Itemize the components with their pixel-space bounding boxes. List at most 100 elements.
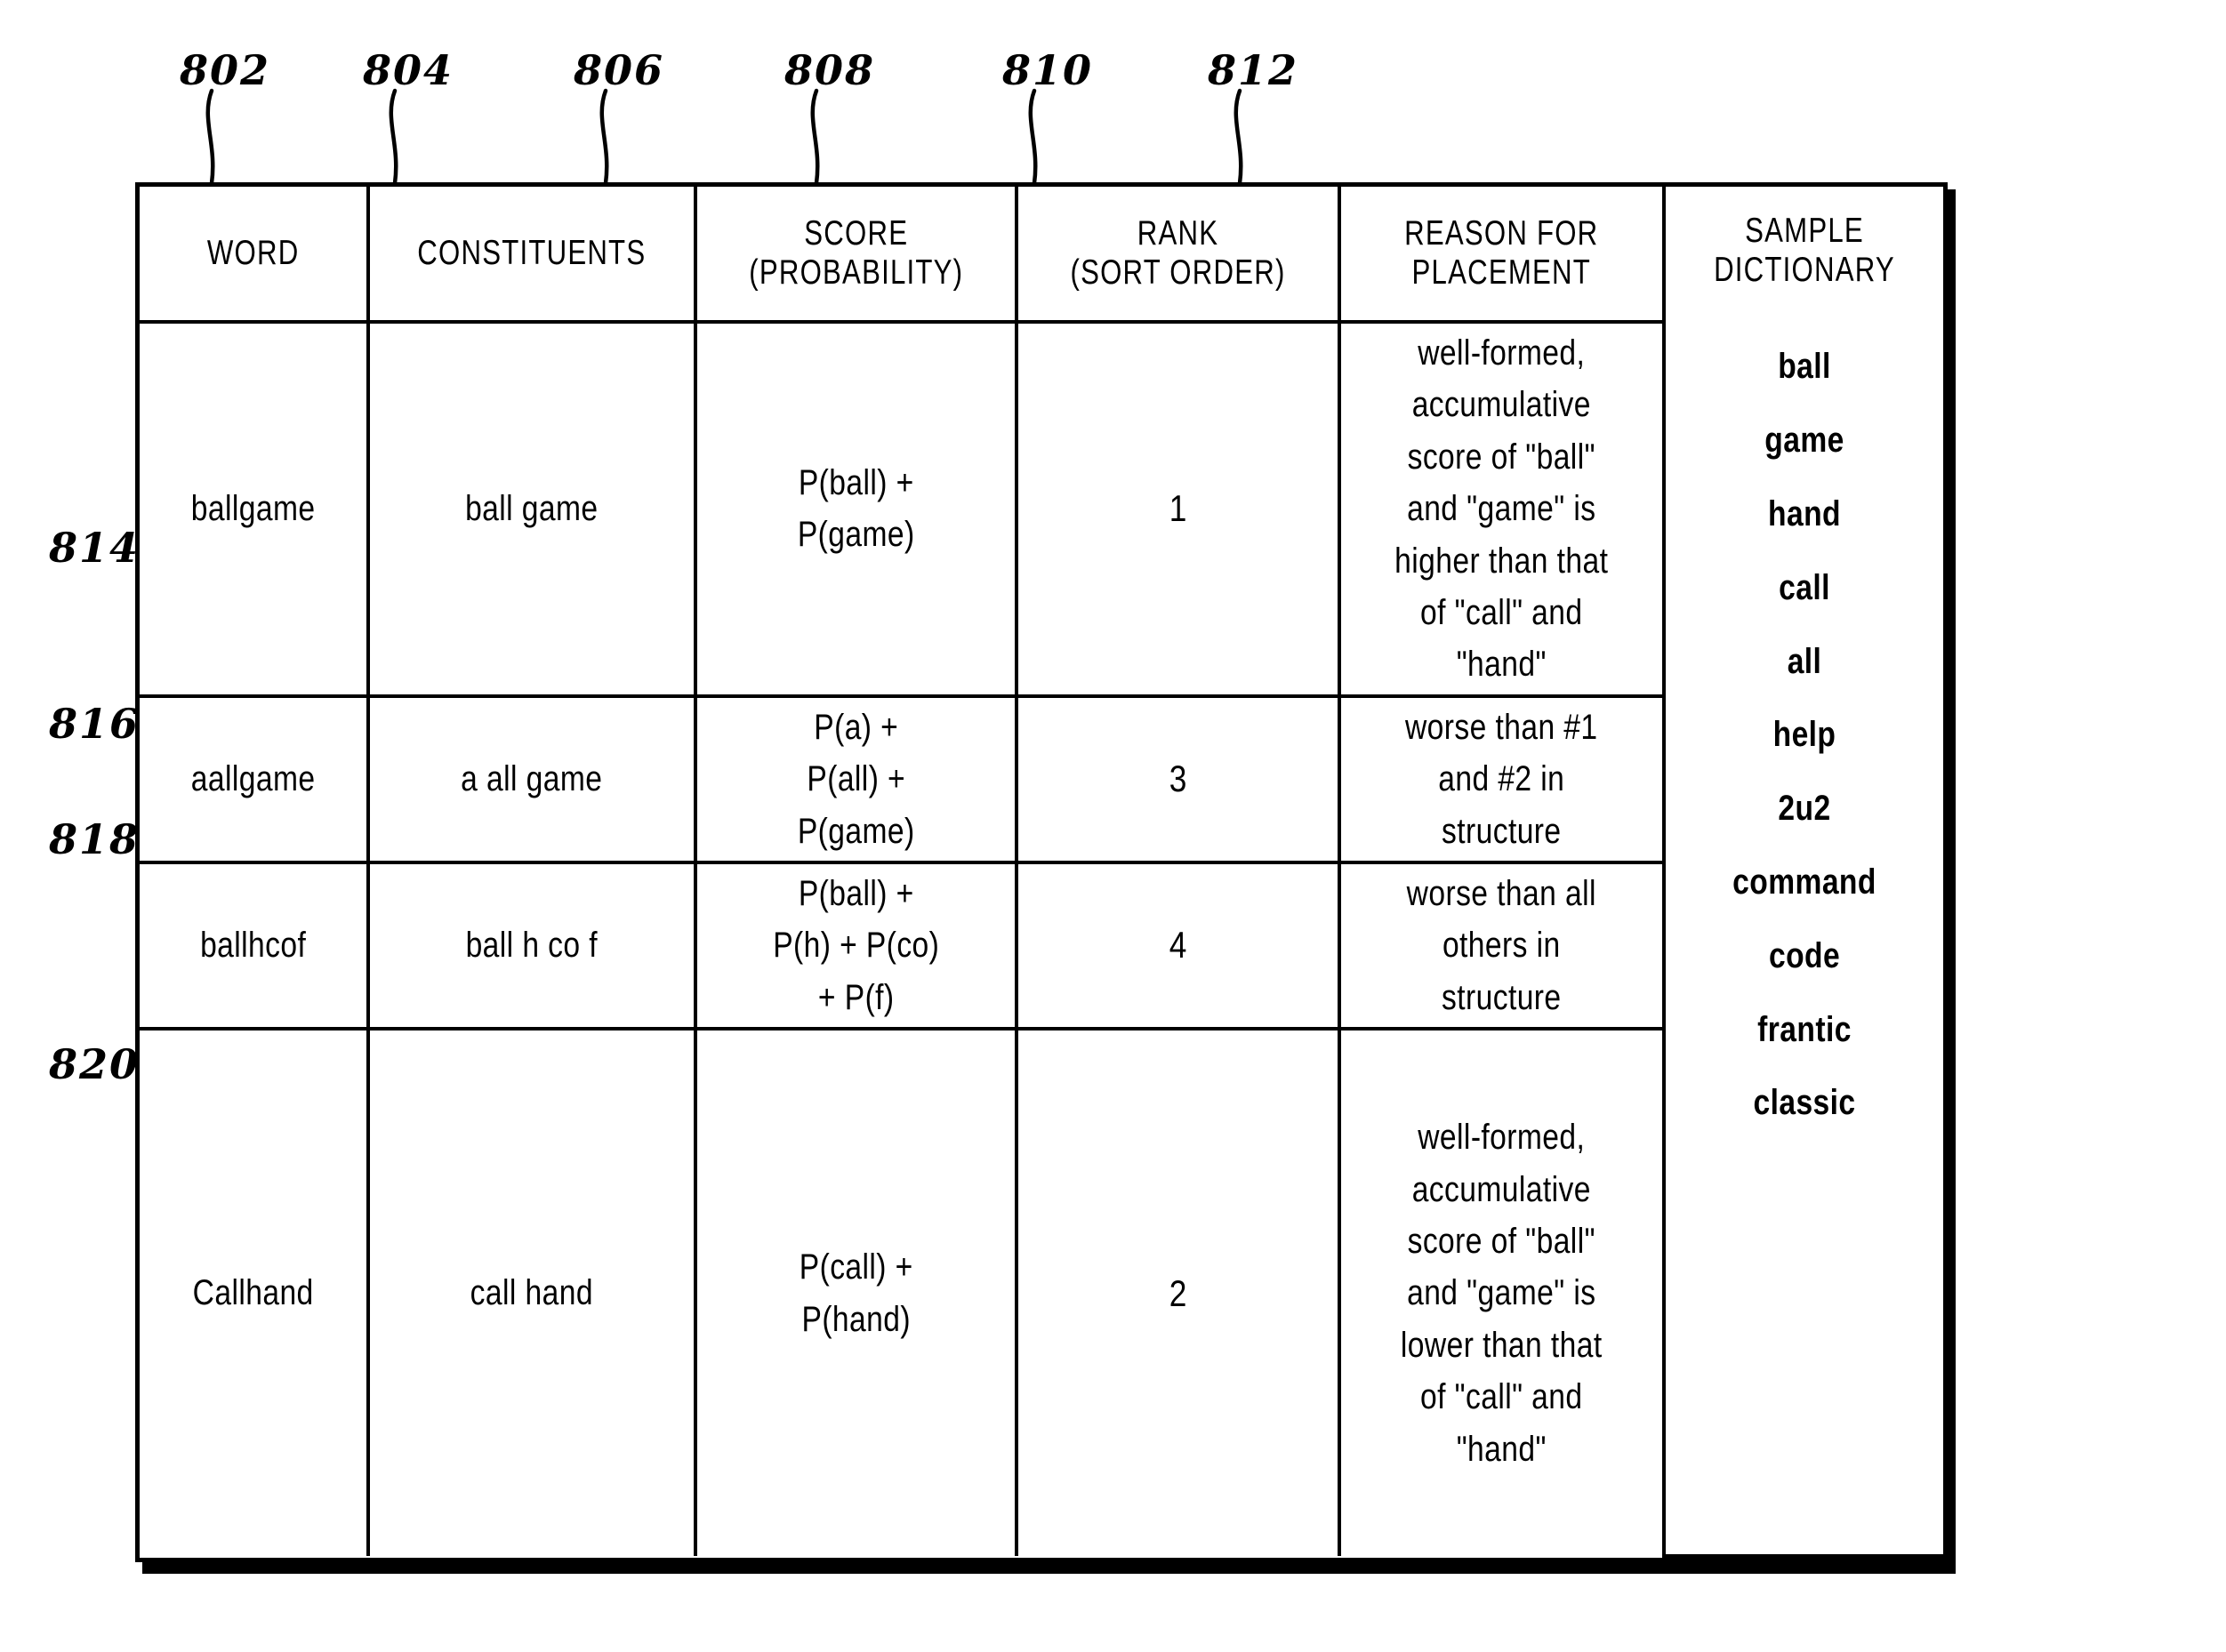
- reason-line: score of "ball": [1408, 1221, 1596, 1261]
- reason-line: others in: [1442, 926, 1562, 966]
- cell-score: P(ball) + P(game): [693, 320, 1019, 698]
- cell-rank: 1: [1015, 320, 1342, 698]
- ref-label-804: 804: [363, 46, 454, 94]
- cell-score: P(call) + P(hand): [693, 1027, 1019, 1556]
- ref-label-810: 810: [1002, 46, 1094, 94]
- dictionary-item: command: [1732, 862, 1876, 902]
- score-value: P(a) + P(all) + P(game): [727, 702, 985, 857]
- header-constituents-line1: CONSTITUENTS: [417, 234, 647, 273]
- score-line: P(call) +: [799, 1247, 913, 1287]
- header-rank-line2: (SORT ORDER): [1070, 253, 1286, 292]
- cell-score: P(a) + P(all) + P(game): [693, 694, 1019, 864]
- scoring-table: WORD CONSTITUENTS SCORE (PROBABILITY) RA…: [140, 187, 1943, 1558]
- rank-value: 4: [1169, 924, 1187, 966]
- constituents-value: ball game: [465, 489, 599, 529]
- reason-line: accumulative: [1412, 385, 1592, 425]
- reason-value: well-formed, accumulative score of "ball…: [1371, 1111, 1632, 1475]
- score-line: P(hand): [801, 1299, 911, 1339]
- cell-rank: 2: [1015, 1027, 1342, 1556]
- cell-reason: well-formed, accumulative score of "ball…: [1338, 320, 1664, 698]
- leader-line-808: [810, 88, 820, 186]
- dictionary-item: frantic: [1757, 1009, 1852, 1049]
- score-line: P(ball) +: [798, 462, 914, 502]
- header-word-line1: WORD: [206, 234, 300, 273]
- reason-value: worse than all others in structure: [1371, 868, 1632, 1023]
- header-reason-line1: REASON FOR: [1404, 214, 1599, 253]
- header-cell-sample-dictionary: SAMPLE DICTIONARY ball game hand call al…: [1661, 187, 1943, 1558]
- dictionary-item: call: [1779, 567, 1830, 607]
- score-line: P(all) +: [807, 759, 906, 799]
- header-rank-line1: RANK: [1137, 214, 1219, 253]
- reason-line: well-formed,: [1418, 1118, 1586, 1158]
- dictionary-item: ball: [1778, 347, 1831, 387]
- constituents-value: call hand: [470, 1273, 594, 1313]
- reason-line: accumulative: [1412, 1169, 1592, 1209]
- score-line: P(a) +: [814, 707, 899, 747]
- ref-label-820: 820: [49, 1040, 141, 1088]
- reason-value: worse than #1 and #2 in structure: [1371, 702, 1632, 857]
- cell-constituents: call hand: [366, 1027, 697, 1556]
- reason-line: and "game" is: [1407, 1273, 1596, 1313]
- score-line: P(h) + P(co): [773, 926, 940, 966]
- header-cell-reason: REASON FOR PLACEMENT: [1338, 187, 1666, 324]
- header-cell-word: WORD: [140, 187, 371, 324]
- rank-value: 1: [1169, 487, 1187, 530]
- dictionary-item: classic: [1753, 1083, 1856, 1123]
- cell-reason: worse than all others in structure: [1338, 860, 1664, 1031]
- leader-line-812: [1234, 88, 1243, 186]
- reason-line: well-formed,: [1418, 333, 1586, 373]
- score-value: P(ball) + P(h) + P(co) + P(f): [727, 868, 985, 1023]
- reason-line: worse than #1: [1405, 707, 1598, 747]
- cell-score: P(ball) + P(h) + P(co) + P(f): [693, 860, 1019, 1031]
- constituents-value: a all game: [461, 759, 603, 799]
- ref-label-808: 808: [784, 46, 876, 94]
- reason-line: higher than that: [1394, 541, 1609, 581]
- header-dictionary-line2: DICTIONARY: [1714, 250, 1895, 289]
- sample-dictionary-list: ball game hand call all help 2u2 command…: [1692, 330, 1917, 1140]
- header-score-line1: SCORE: [804, 214, 909, 253]
- reason-line: structure: [1442, 977, 1562, 1017]
- leader-line-804: [389, 88, 398, 186]
- reason-line: and #2 in: [1438, 759, 1565, 799]
- header-dictionary-line1: SAMPLE: [1745, 212, 1864, 250]
- dictionary-item: 2u2: [1778, 789, 1831, 829]
- header-reason-line2: PLACEMENT: [1411, 253, 1592, 292]
- rank-value: 3: [1169, 758, 1187, 800]
- score-line: P(ball) +: [798, 873, 914, 913]
- word-value: ballhcof: [200, 926, 307, 966]
- cell-reason: worse than #1 and #2 in structure: [1338, 694, 1664, 864]
- cell-rank: 4: [1015, 860, 1342, 1031]
- header-cell-constituents: CONSTITUENTS: [366, 187, 697, 324]
- reason-line: score of "ball": [1408, 437, 1596, 477]
- leader-line-806: [599, 88, 609, 186]
- reason-line: "hand": [1457, 1429, 1547, 1469]
- reason-line: and "game" is: [1407, 489, 1596, 529]
- header-cell-score: SCORE (PROBABILITY): [693, 187, 1019, 324]
- dictionary-item: help: [1772, 715, 1836, 755]
- rank-value: 2: [1169, 1271, 1187, 1314]
- cell-rank: 3: [1015, 694, 1342, 864]
- cell-reason: well-formed, accumulative score of "ball…: [1338, 1027, 1664, 1556]
- figure-table: WORD CONSTITUENTS SCORE (PROBABILITY) RA…: [135, 182, 1948, 1562]
- constituents-value: ball h co f: [465, 926, 599, 966]
- dictionary-item: code: [1768, 935, 1841, 975]
- leader-line-810: [1028, 88, 1038, 186]
- cell-constituents: a all game: [366, 694, 697, 864]
- leader-line-802: [205, 88, 215, 186]
- dictionary-item: hand: [1768, 493, 1841, 533]
- cell-word: ballgame: [140, 320, 371, 698]
- reason-line: lower than that: [1401, 1325, 1603, 1365]
- score-line: P(game): [797, 515, 915, 555]
- reason-line: of "call" and: [1420, 1377, 1583, 1417]
- header-score-line2: (PROBABILITY): [749, 253, 964, 292]
- ref-label-816: 816: [49, 700, 141, 748]
- cell-constituents: ball game: [366, 320, 697, 698]
- dictionary-item: game: [1764, 421, 1844, 461]
- cell-word: ballhcof: [140, 860, 371, 1031]
- reason-line: worse than all: [1407, 873, 1597, 913]
- table-header-row: WORD CONSTITUENTS SCORE (PROBABILITY) RA…: [140, 187, 1943, 1558]
- ref-label-812: 812: [1208, 46, 1299, 94]
- ref-label-802: 802: [180, 46, 271, 94]
- cell-word: Callhand: [140, 1027, 371, 1556]
- score-line: P(game): [797, 811, 915, 851]
